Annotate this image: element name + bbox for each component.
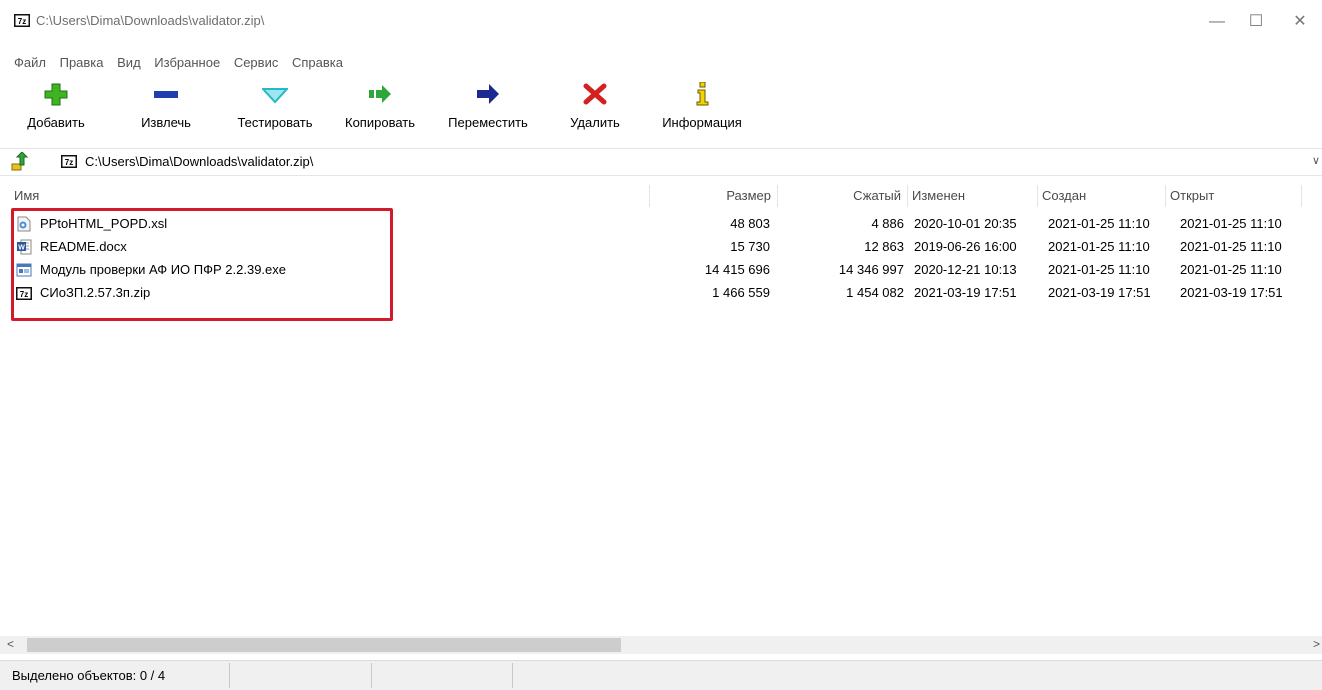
file-accessed: 2021-03-19 17:51: [1180, 285, 1283, 300]
column-modified[interactable]: Изменен: [908, 185, 1038, 207]
close-button[interactable]: ✕: [1280, 8, 1320, 36]
file-packed: 14 346 997: [838, 262, 904, 277]
file-created: 2021-01-25 11:10: [1048, 239, 1150, 254]
column-accessed[interactable]: Открыт: [1166, 185, 1302, 207]
table-row[interactable]: 7z СИоЗП.2.57.3п.zip 1 466 559 1 454 082…: [0, 282, 1322, 304]
add-button[interactable]: Добавить: [20, 80, 92, 144]
column-size[interactable]: Размер: [650, 185, 778, 207]
delete-button[interactable]: Удалить: [560, 80, 630, 144]
delete-label: Удалить: [570, 115, 620, 130]
file-modified: 2019-06-26 16:00: [914, 239, 1017, 254]
table-row[interactable]: W README.docx 15 730 12 863 2019-06-26 1…: [0, 236, 1322, 258]
toolbar: Добавить Извлечь Тестировать Копировать …: [0, 80, 1322, 144]
menu-help[interactable]: Справка: [287, 52, 348, 74]
file-packed: 4 886: [871, 216, 904, 231]
minimize-button[interactable]: —: [1197, 8, 1237, 36]
menu-view[interactable]: Вид: [112, 52, 146, 74]
exe-file-icon: [16, 263, 32, 277]
scroll-right-icon[interactable]: >: [1313, 637, 1320, 651]
file-name: README.docx: [40, 239, 127, 254]
copy-button[interactable]: Копировать: [334, 80, 426, 144]
info-label: Информация: [662, 115, 742, 130]
chevron-down-icon[interactable]: ∨: [1312, 154, 1320, 167]
file-name: СИоЗП.2.57.3п.zip: [40, 285, 151, 300]
menu-edit[interactable]: Правка: [55, 52, 109, 74]
delete-x-icon: [583, 83, 607, 105]
info-icon: [696, 82, 709, 106]
file-size: 14 415 696: [704, 262, 770, 277]
svg-text:7z: 7z: [20, 290, 28, 299]
folder-up-icon[interactable]: [10, 152, 30, 172]
plus-icon: [44, 83, 68, 106]
table-row[interactable]: Модуль проверки АФ ИО ПФР 2.2.39.exe 14 …: [0, 259, 1322, 281]
file-size: 1 466 559: [712, 285, 770, 300]
menu-favorites[interactable]: Избранное: [149, 52, 225, 74]
7z-icon: 7z: [61, 155, 77, 168]
test-label: Тестировать: [237, 115, 313, 130]
menu-file[interactable]: Файл: [0, 52, 51, 74]
word-doc-icon: W: [17, 239, 32, 255]
column-name[interactable]: Имя: [10, 185, 650, 207]
file-packed: 1 454 082: [846, 285, 904, 300]
move-button[interactable]: Переместить: [436, 80, 540, 144]
address-bar: 7z C:\Users\Dima\Downloads\validator.zip…: [0, 148, 1322, 176]
move-arrow-icon: [477, 84, 499, 104]
file-size: 15 730: [730, 239, 770, 254]
7z-icon: 7z: [16, 287, 32, 300]
file-packed: 12 863: [864, 239, 904, 254]
file-modified: 2020-12-21 10:13: [914, 262, 1017, 277]
status-bar: Выделено объектов: 0 / 4: [0, 660, 1322, 690]
file-name: Модуль проверки АФ ИО ПФР 2.2.39.exe: [40, 262, 286, 277]
add-label: Добавить: [27, 115, 85, 130]
file-created: 2021-01-25 11:10: [1048, 216, 1150, 231]
info-button[interactable]: Информация: [650, 80, 754, 144]
file-accessed: 2021-01-25 11:10: [1180, 216, 1282, 231]
column-created[interactable]: Создан: [1038, 185, 1166, 207]
check-icon: [262, 88, 288, 104]
scroll-thumb[interactable]: [27, 638, 621, 652]
move-label: Переместить: [448, 115, 528, 130]
7z-icon: 7z: [14, 14, 30, 27]
menu-bar: Файл Правка Вид Избранное Сервис Справка: [0, 52, 348, 74]
maximize-button[interactable]: ☐: [1236, 8, 1276, 36]
svg-text:W: W: [18, 245, 25, 252]
svg-text:7z: 7z: [65, 158, 73, 167]
status-separator: [371, 663, 372, 688]
scroll-left-icon[interactable]: <: [7, 637, 14, 651]
menu-tools[interactable]: Сервис: [229, 52, 284, 74]
file-modified: 2021-03-19 17:51: [914, 285, 1017, 300]
file-modified: 2020-10-01 20:35: [914, 216, 1017, 231]
file-created: 2021-01-25 11:10: [1048, 262, 1150, 277]
test-button[interactable]: Тестировать: [228, 80, 322, 144]
file-list: Имя Размер Сжатый Изменен Создан Открыт …: [0, 181, 1322, 631]
column-packed[interactable]: Сжатый: [778, 185, 908, 207]
file-accessed: 2021-01-25 11:10: [1180, 239, 1282, 254]
table-row[interactable]: PPtoHTML_POPD.xsl 48 803 4 886 2020-10-0…: [0, 213, 1322, 235]
minus-icon: [154, 91, 178, 98]
address-path[interactable]: C:\Users\Dima\Downloads\validator.zip\: [85, 154, 313, 169]
copy-arrow-icon: [369, 85, 391, 103]
copy-label: Копировать: [345, 115, 415, 130]
horizontal-scrollbar[interactable]: < >: [0, 636, 1322, 654]
extract-button[interactable]: Извлечь: [128, 80, 204, 144]
file-size: 48 803: [730, 216, 770, 231]
svg-text:7z: 7z: [18, 17, 26, 26]
status-separator: [512, 663, 513, 688]
xsl-file-icon: [17, 216, 31, 232]
file-name: PPtoHTML_POPD.xsl: [40, 216, 168, 231]
extract-label: Извлечь: [141, 115, 191, 130]
status-separator: [229, 663, 230, 688]
file-created: 2021-03-19 17:51: [1048, 285, 1151, 300]
window-title: C:\Users\Dima\Downloads\validator.zip\: [36, 13, 265, 28]
selection-status: Выделено объектов: 0 / 4: [12, 668, 166, 683]
file-accessed: 2021-01-25 11:10: [1180, 262, 1282, 277]
title-bar: 7z C:\Users\Dima\Downloads\validator.zip…: [0, 0, 1322, 42]
